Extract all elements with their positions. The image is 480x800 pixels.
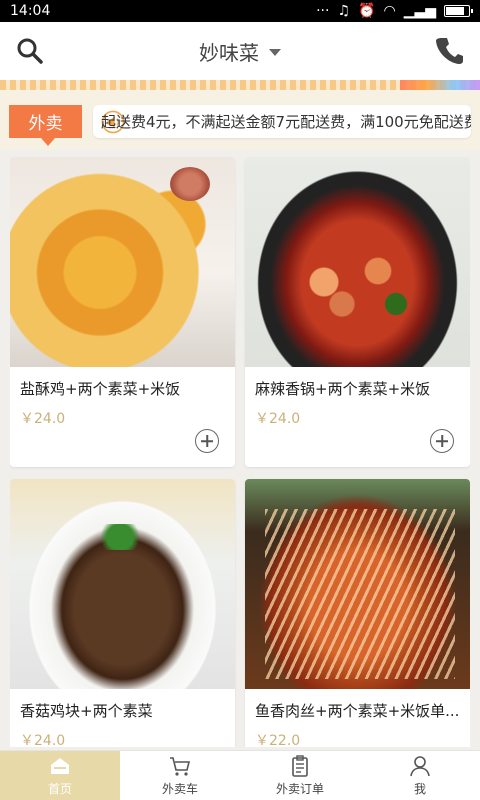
search-button[interactable] — [16, 37, 44, 65]
status-bar: 14:04 ··· ♫ ⏰ ◠ ▁▃▅ — [0, 0, 480, 22]
clipboard-icon — [292, 755, 308, 777]
dish-price: ￥24.0 — [20, 733, 66, 747]
add-to-cart-button[interactable] — [195, 429, 219, 453]
dish-name: 麻辣香锅+两个素菜+米饭 — [255, 380, 431, 398]
dish-grid: 盐酥鸡+两个素菜+米饭 ￥24.0 麻辣香锅+两个素菜+米饭 ￥24.0 香菇鸡… — [10, 157, 470, 747]
dish-card[interactable]: 鱼香肉丝+两个素菜+米饭单... ￥22.0 — [245, 479, 470, 747]
signal-icon: ▁▃▅ — [403, 3, 436, 19]
add-to-cart-button[interactable] — [430, 429, 454, 453]
dish-image — [10, 157, 235, 367]
decorative-stripe-accent — [400, 80, 480, 90]
call-button[interactable] — [434, 35, 464, 65]
nav-label: 我 — [413, 782, 426, 796]
bottom-nav: 首页 外卖车 外卖订单 我 — [0, 750, 480, 800]
more-dots-icon: ··· — [316, 3, 330, 19]
battery-icon — [444, 5, 473, 17]
headset-icon: ♫ — [337, 3, 351, 19]
nav-label: 外卖订单 — [275, 782, 324, 796]
dish-price: ￥22.0 — [255, 733, 301, 747]
dish-image — [245, 157, 470, 367]
takeout-tag[interactable]: 外卖 — [9, 105, 82, 146]
search-icon — [17, 38, 43, 64]
dish-card[interactable]: 盐酥鸡+两个素菜+米饭 ￥24.0 — [10, 157, 235, 467]
user-icon — [410, 756, 430, 777]
nav-cart[interactable]: 外卖车 — [120, 751, 240, 800]
dish-name: 盐酥鸡+两个素菜+米饭 — [20, 380, 181, 398]
nav-orders[interactable]: 外卖订单 — [240, 751, 360, 800]
dish-name: 香菇鸡块+两个素菜 — [20, 702, 153, 720]
dish-name: 鱼香肉丝+两个素菜+米饭单... — [255, 702, 460, 720]
store-selector[interactable]: 妙味菜 — [199, 37, 281, 66]
status-icons: ··· ♫ ⏰ ◠ ▁▃▅ — [316, 3, 473, 19]
caret-down-icon — [269, 48, 281, 56]
notice-bar: 起送费4元，不满起送金额7元配送费，满100元免配送费 — [93, 105, 471, 138]
status-time: 14:04 — [10, 3, 51, 19]
nav-home[interactable]: 首页 — [0, 751, 120, 800]
dish-card[interactable]: 麻辣香锅+两个素菜+米饭 ￥24.0 — [245, 157, 470, 467]
alarm-icon: ⏰ — [358, 3, 376, 19]
cart-icon — [170, 757, 191, 776]
page-title: 妙味菜 — [199, 40, 259, 65]
dish-image — [245, 479, 470, 689]
top-header: 妙味菜 — [0, 22, 480, 80]
nav-label: 首页 — [47, 782, 72, 796]
dish-price: ￥24.0 — [255, 411, 301, 427]
dish-card[interactable]: 香菇鸡块+两个素菜 ￥24.0 — [10, 479, 235, 747]
nav-me[interactable]: 我 — [360, 751, 480, 800]
notice-text: 起送费4元，不满起送金额7元配送费，满100元免配送费 — [101, 113, 471, 131]
dish-price: ￥24.0 — [20, 411, 66, 427]
dish-image — [10, 479, 235, 689]
phone-icon — [436, 38, 463, 64]
announcement-row: 外卖 起送费4元，不满起送金额7元配送费，满100元免配送费 — [0, 90, 480, 150]
nav-label: 外卖车 — [161, 782, 198, 796]
home-icon — [51, 758, 69, 774]
wifi-icon: ◠ — [383, 3, 396, 19]
